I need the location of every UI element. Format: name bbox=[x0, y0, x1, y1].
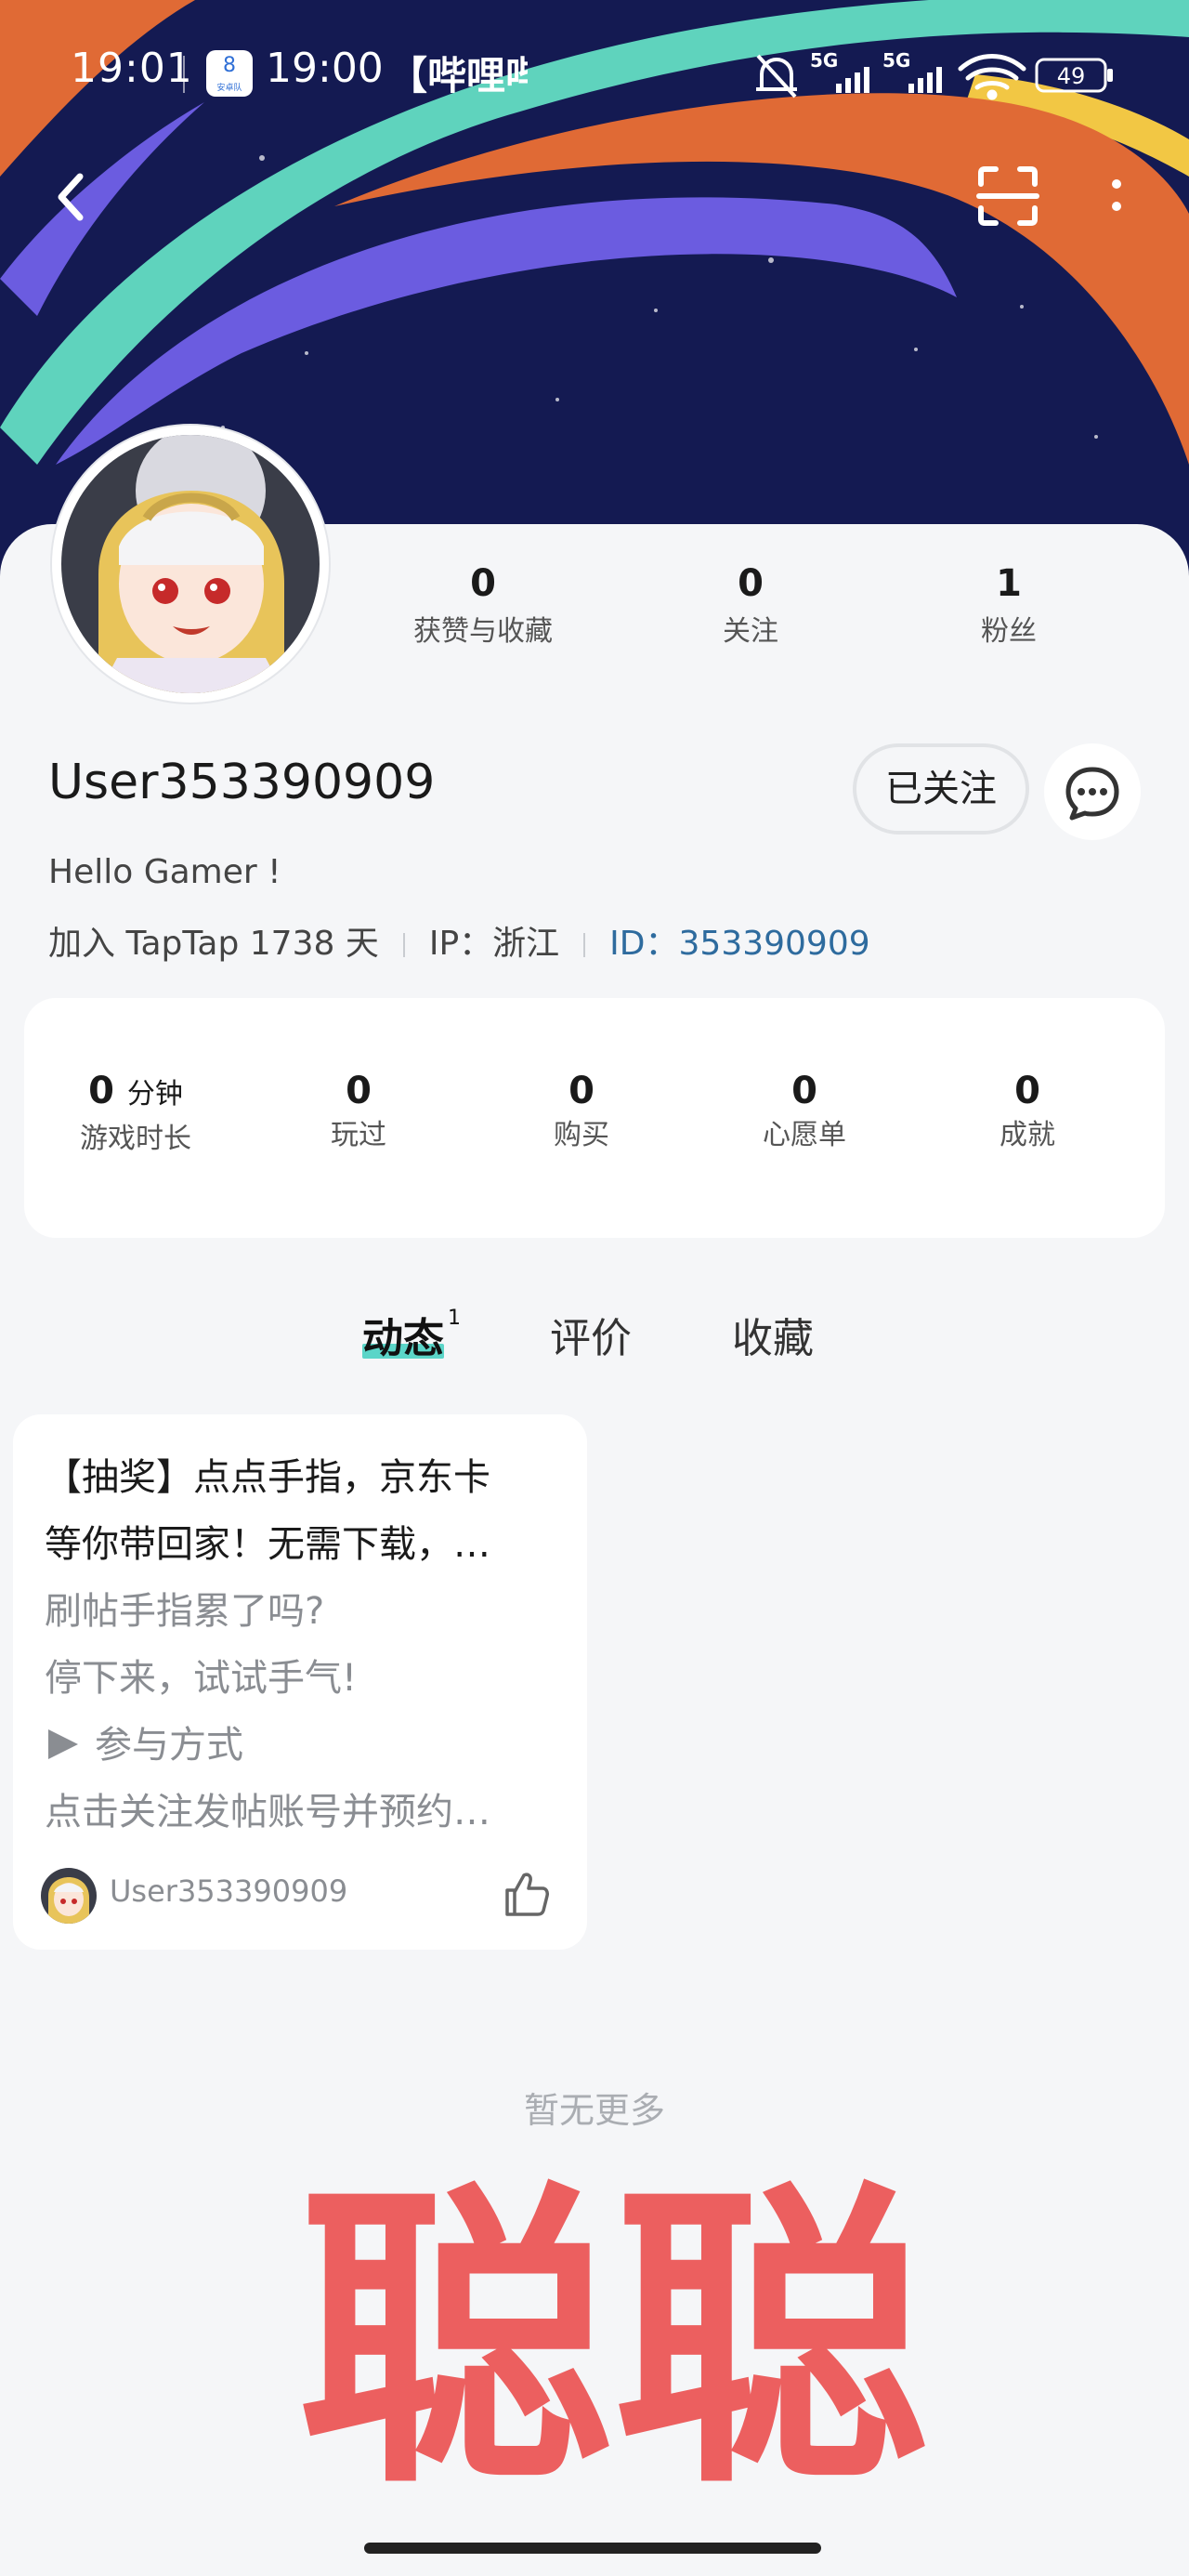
post-body-line: 参与方式 bbox=[45, 1712, 574, 1779]
ip-location: IP：浙江 bbox=[428, 925, 560, 963]
tab-reviews-label: 评价 bbox=[550, 1315, 632, 1362]
gstat-playtime[interactable]: 0 分钟 游戏时长 bbox=[24, 1067, 247, 1160]
tab-posts-label: 动态 bbox=[362, 1315, 444, 1362]
svg-text:5G: 5G bbox=[810, 49, 838, 72]
meta-separator bbox=[402, 933, 405, 957]
mute-bell-icon bbox=[756, 54, 797, 99]
game-stats-card: 0 分钟 游戏时长 0 玩过 0 购买 0 心愿单 0 成就 bbox=[24, 998, 1165, 1238]
stat-likes[interactable]: 0 获赞与收藏 bbox=[372, 554, 594, 651]
more-button[interactable] bbox=[1100, 164, 1137, 229]
tab-reviews[interactable]: 评价 bbox=[550, 1305, 632, 1364]
tab-favorites-label: 收藏 bbox=[732, 1315, 814, 1362]
gstat-wishlist-label: 心愿单 bbox=[763, 1119, 846, 1151]
svg-text:5G: 5G bbox=[882, 49, 910, 72]
chevron-left-icon bbox=[58, 173, 84, 221]
app-notification-icon: 8 安卓队 bbox=[206, 50, 253, 97]
post-body-text: 参与方式 bbox=[95, 1724, 243, 1767]
wifi-icon bbox=[958, 54, 1026, 100]
stat-followers-value: 1 bbox=[996, 562, 1022, 605]
post-title-line-1: 【抽奖】点点手指，京东卡 bbox=[45, 1456, 490, 1499]
bio: Hello Gamer ! bbox=[48, 853, 281, 891]
home-indicator[interactable] bbox=[364, 2543, 821, 2554]
meta-separator bbox=[583, 933, 586, 957]
no-more-text: 暂无更多 bbox=[523, 2090, 665, 2131]
post-author-avatar[interactable] bbox=[41, 1868, 97, 1924]
gstat-playtime-unit: 分钟 bbox=[126, 1078, 183, 1111]
status-icons: 5G 5G 49 bbox=[751, 48, 1115, 104]
notification-text: 【哔哩哔 bbox=[388, 53, 528, 99]
like-button[interactable] bbox=[502, 1866, 550, 1922]
gstat-playtime-label: 游戏时长 bbox=[80, 1123, 191, 1155]
status-bar: 19:01 8 安卓队 19:00 【哔哩哔 5G 5G 49 bbox=[0, 37, 1189, 112]
post-card[interactable]: 【抽奖】点点手指，京东卡 等你带回家！无需下载，… 刷帖手指累了吗? 停下来，试… bbox=[13, 1414, 587, 1950]
message-bubble-icon bbox=[1065, 767, 1119, 821]
gstat-playtime-value: 0 bbox=[88, 1070, 114, 1112]
status-time: 19:01 bbox=[71, 45, 193, 92]
tab-posts-badge: 1 bbox=[448, 1307, 461, 1330]
stat-likes-label: 获赞与收藏 bbox=[413, 615, 553, 648]
gstat-purchased[interactable]: 0 购买 bbox=[470, 1067, 693, 1156]
signal-5g-icon-2: 5G bbox=[882, 49, 942, 93]
post-author-name[interactable]: User353390909 bbox=[110, 1873, 347, 1909]
app-badge-number: 8 bbox=[223, 54, 236, 77]
message-button[interactable] bbox=[1044, 743, 1141, 840]
battery-icon: 49 bbox=[1035, 58, 1113, 93]
status-divider bbox=[183, 56, 185, 93]
follow-button[interactable]: 已关注 bbox=[853, 743, 1029, 835]
username: User353390909 bbox=[48, 755, 436, 810]
gstat-achievements[interactable]: 0 成就 bbox=[916, 1067, 1139, 1156]
avatar-image bbox=[41, 1868, 97, 1924]
post-body-line: 刷帖手指累了吗? bbox=[45, 1590, 325, 1633]
thumbs-up-icon bbox=[505, 1873, 549, 1916]
stat-following-value: 0 bbox=[738, 562, 764, 605]
scan-icon bbox=[976, 166, 1039, 226]
scan-button[interactable] bbox=[975, 164, 1040, 229]
tab-posts[interactable]: 动态 1 bbox=[362, 1305, 461, 1364]
stat-likes-value: 0 bbox=[470, 562, 496, 605]
gstat-purchased-label: 购买 bbox=[554, 1119, 609, 1151]
gstat-played-value: 0 bbox=[346, 1070, 372, 1112]
stat-following[interactable]: 0 关注 bbox=[639, 554, 862, 651]
notification-time: 19:00 bbox=[266, 45, 384, 92]
gstat-achievements-label: 成就 bbox=[1000, 1119, 1055, 1151]
app-badge-sub: 安卓队 bbox=[216, 84, 242, 93]
gstat-wishlist[interactable]: 0 心愿单 bbox=[693, 1067, 916, 1156]
gstat-played-label: 玩过 bbox=[331, 1119, 386, 1151]
signal-5g-icon-1: 5G bbox=[810, 49, 869, 93]
joined-days: 加入 TapTap 1738 天 bbox=[48, 925, 379, 963]
profile-stats: 0 获赞与收藏 0 关注 1 粉丝 bbox=[372, 554, 1152, 665]
profile-meta: 加入 TapTap 1738 天 IP：浙江 ID：353390909 bbox=[48, 916, 870, 965]
avatar-frame[interactable] bbox=[52, 426, 329, 703]
gstat-played[interactable]: 0 玩过 bbox=[247, 1067, 470, 1156]
content-tabs: 动态 1 评价 收藏 bbox=[0, 1305, 1189, 1379]
user-id-link[interactable]: ID：353390909 bbox=[609, 925, 869, 963]
play-triangle-icon bbox=[48, 1729, 78, 1759]
gstat-achievements-value: 0 bbox=[1014, 1070, 1040, 1112]
post-title-line-2: 等你带回家！无需下载，… bbox=[45, 1523, 490, 1566]
more-vertical-icon bbox=[1112, 179, 1121, 211]
post-title: 【抽奖】点点手指，京东卡 等你带回家！无需下载，… bbox=[45, 1444, 574, 1578]
gstat-wishlist-value: 0 bbox=[791, 1070, 817, 1112]
svg-text:49: 49 bbox=[1057, 63, 1086, 89]
watermark-text: 聪聪 bbox=[297, 2158, 929, 2526]
tab-favorites[interactable]: 收藏 bbox=[732, 1305, 814, 1364]
post-body-line: 停下来，试试手气! bbox=[45, 1657, 358, 1700]
gstat-purchased-value: 0 bbox=[568, 1070, 594, 1112]
back-button[interactable] bbox=[45, 164, 100, 229]
avatar[interactable] bbox=[61, 435, 320, 693]
stat-followers-label: 粉丝 bbox=[981, 615, 1037, 648]
stat-followers[interactable]: 1 粉丝 bbox=[897, 554, 1120, 651]
post-body-line: 点击关注发帖账号并预约… bbox=[45, 1791, 490, 1833]
avatar-image bbox=[61, 435, 320, 693]
stat-following-label: 关注 bbox=[723, 615, 778, 648]
